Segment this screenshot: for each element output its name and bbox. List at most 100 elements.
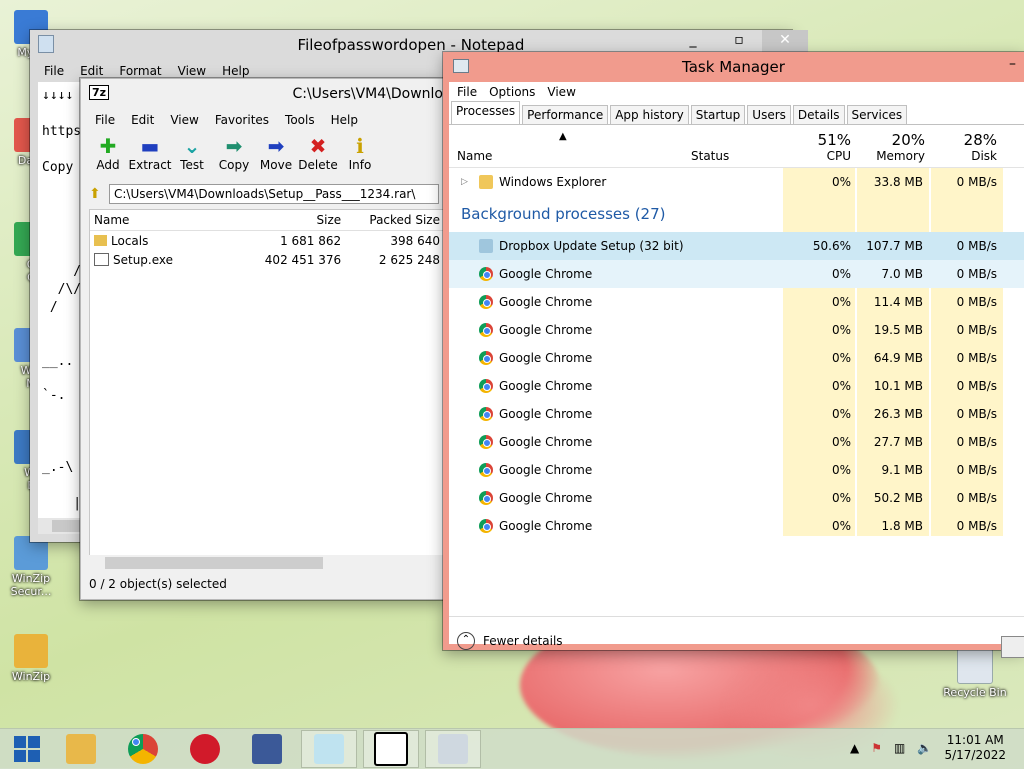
- up-folder-icon[interactable]: ⬆: [89, 186, 109, 202]
- 7zip-menu-favorites[interactable]: Favorites: [207, 113, 277, 127]
- fewer-details-button[interactable]: ⌃ Fewer details: [457, 632, 563, 650]
- header-status[interactable]: Status: [691, 149, 729, 163]
- test-button[interactable]: ⌄ Test: [171, 134, 213, 172]
- notepad-menu-format[interactable]: Format: [111, 64, 169, 78]
- process-name: Google Chrome: [499, 519, 593, 533]
- tab-services[interactable]: Services: [846, 105, 908, 124]
- header-cpu[interactable]: CPU: [787, 149, 851, 163]
- notepad-menu-edit[interactable]: Edit: [72, 64, 111, 78]
- header-disk[interactable]: Disk: [933, 149, 997, 163]
- copy-label: Copy: [218, 158, 250, 172]
- desktop-icon[interactable]: WinZip Secur...: [0, 536, 62, 598]
- cpu-percent[interactable]: 51%: [787, 131, 851, 149]
- list-item[interactable]: Setup.exe 402 451 376 2 625 248: [90, 250, 444, 269]
- process-row[interactable]: Google Chrome 0% 26.3 MB 0 MB/s: [449, 400, 1024, 428]
- process-row[interactable]: Google Chrome 0% 19.5 MB 0 MB/s: [449, 316, 1024, 344]
- taskbar-facebook-button[interactable]: [240, 731, 294, 767]
- header-memory[interactable]: Memory: [859, 149, 925, 163]
- 7zip-hscroll[interactable]: [89, 555, 443, 571]
- maximize-icon[interactable]: ▫: [716, 30, 762, 52]
- 7zip-menu-help[interactable]: Help: [323, 113, 366, 127]
- 7zip-menu-tools[interactable]: Tools: [277, 113, 323, 127]
- process-name: Dropbox Update Setup (32 bit): [499, 239, 684, 253]
- notepad-menu-view[interactable]: View: [170, 64, 214, 78]
- tray-expand-icon[interactable]: ▲: [850, 741, 859, 755]
- process-row[interactable]: Google Chrome 0% 10.1 MB 0 MB/s: [449, 372, 1024, 400]
- 7zip-menu-file[interactable]: File: [87, 113, 123, 127]
- chrome-icon: [479, 463, 493, 477]
- tab-processes[interactable]: Processes: [451, 101, 521, 124]
- 7zip-icon: [374, 732, 408, 766]
- 7zip-menu-view[interactable]: View: [162, 113, 206, 127]
- taskbar-7zip-button[interactable]: [363, 730, 419, 768]
- recycle-bin-icon[interactable]: Recycle Bin: [940, 648, 1010, 699]
- network-icon[interactable]: ▥: [894, 741, 905, 755]
- process-row[interactable]: Google Chrome 0% 1.8 MB 0 MB/s: [449, 512, 1024, 536]
- process-name: Google Chrome: [499, 295, 593, 309]
- notepad-menu-help[interactable]: Help: [214, 64, 257, 78]
- tab-app-history[interactable]: App history: [610, 105, 689, 124]
- col-name[interactable]: Name: [90, 213, 252, 227]
- disk-percent[interactable]: 28%: [933, 131, 997, 149]
- taskbar-notepad-button[interactable]: [301, 730, 357, 768]
- add-button[interactable]: ✚ Add: [87, 134, 129, 172]
- minimize-icon[interactable]: –: [1009, 56, 1016, 72]
- delete-button[interactable]: ✖ Delete: [297, 134, 339, 172]
- tab-performance[interactable]: Performance: [522, 105, 609, 124]
- volume-muted-icon[interactable]: 🔈: [917, 741, 932, 755]
- notepad-menu-file[interactable]: File: [36, 64, 72, 78]
- process-row[interactable]: Google Chrome 0% 27.7 MB 0 MB/s: [449, 428, 1024, 456]
- close-icon[interactable]: ✕: [762, 30, 808, 52]
- 7zip-path-field[interactable]: C:\Users\VM4\Downloads\Setup__Pass___123…: [109, 184, 439, 204]
- process-cpu: 0%: [831, 323, 851, 337]
- start-button[interactable]: [0, 731, 54, 767]
- tab-details[interactable]: Details: [792, 105, 845, 124]
- tab-startup[interactable]: Startup: [690, 105, 746, 124]
- tab-users[interactable]: Users: [747, 105, 791, 124]
- list-item[interactable]: Locals 1 681 862 398 640: [90, 231, 444, 250]
- desktop-icon[interactable]: WinZip: [0, 634, 62, 683]
- taskbar-chrome-button[interactable]: [116, 731, 170, 767]
- file-explorer-icon: [66, 734, 96, 764]
- copy-button[interactable]: ➡ Copy: [213, 134, 255, 172]
- header-name[interactable]: Name: [457, 149, 492, 163]
- process-row[interactable]: Google Chrome 0% 11.4 MB 0 MB/s: [449, 288, 1024, 316]
- process-row[interactable]: Dropbox Update Setup (32 bit) 50.6% 107.7 …: [449, 232, 1024, 261]
- 7zip-menu-edit[interactable]: Edit: [123, 113, 162, 127]
- 7zip-file-list[interactable]: Name Size Packed Size Locals 1 681 862 398…: [89, 209, 445, 557]
- 7zip-window[interactable]: 7z C:\Users\VM4\Downlo File Edit View Favor…: [80, 78, 445, 600]
- chrome-icon: [479, 323, 493, 337]
- memory-percent[interactable]: 20%: [859, 131, 925, 149]
- task-manager-window[interactable]: Task Manager – File Options View Processes…: [443, 52, 1024, 658]
- col-packed[interactable]: Packed Size: [341, 213, 444, 227]
- taskbar-file-explorer-button[interactable]: [54, 731, 108, 767]
- process-row[interactable]: Google Chrome 0% 9.1 MB 0 MB/s: [449, 456, 1024, 484]
- tm-menu-file[interactable]: File: [451, 85, 483, 99]
- process-row[interactable]: Google Chrome 0% 64.9 MB 0 MB/s: [449, 344, 1024, 372]
- process-row[interactable]: Google Chrome 0% 50.2 MB 0 MB/s: [449, 484, 1024, 512]
- end-task-button[interactable]: [1001, 636, 1024, 658]
- info-button[interactable]: ℹ Info: [339, 134, 381, 172]
- desktop-icon-label: WinZip Secur...: [10, 572, 52, 598]
- move-button[interactable]: ➡ Move: [255, 134, 297, 172]
- extract-button[interactable]: ▬ Extract: [129, 134, 172, 172]
- chrome-icon: [479, 491, 493, 505]
- expand-chevron-icon[interactable]: ▷: [461, 177, 468, 187]
- info-icon: ℹ: [356, 134, 364, 158]
- process-row[interactable]: Google Chrome 0% 7.0 MB 0 MB/s: [449, 260, 1024, 288]
- notepad-hscroll[interactable]: [38, 518, 86, 534]
- process-cpu: 0%: [831, 519, 851, 533]
- minimize-icon[interactable]: _: [670, 30, 716, 52]
- taskbar-task-manager-button[interactable]: [425, 730, 481, 768]
- tm-menu-view[interactable]: View: [541, 85, 581, 99]
- taskbar-opera-button[interactable]: [178, 731, 232, 767]
- process-row-app[interactable]: ▷ Windows Explorer 0% 33.8 MB 0 MB/s: [449, 168, 1024, 196]
- process-memory: 10.1 MB: [873, 379, 923, 393]
- tm-menu-options[interactable]: Options: [483, 85, 541, 99]
- 7zip-titlebar[interactable]: 7z C:\Users\VM4\Downlo: [81, 79, 443, 109]
- clock[interactable]: 11:01 AM 5/17/2022: [944, 733, 1006, 763]
- col-size[interactable]: Size: [252, 213, 342, 227]
- fewer-details-label: Fewer details: [483, 634, 563, 648]
- task-manager-titlebar[interactable]: Task Manager –: [443, 52, 1024, 82]
- action-center-flag-icon[interactable]: ⚑: [871, 741, 882, 755]
